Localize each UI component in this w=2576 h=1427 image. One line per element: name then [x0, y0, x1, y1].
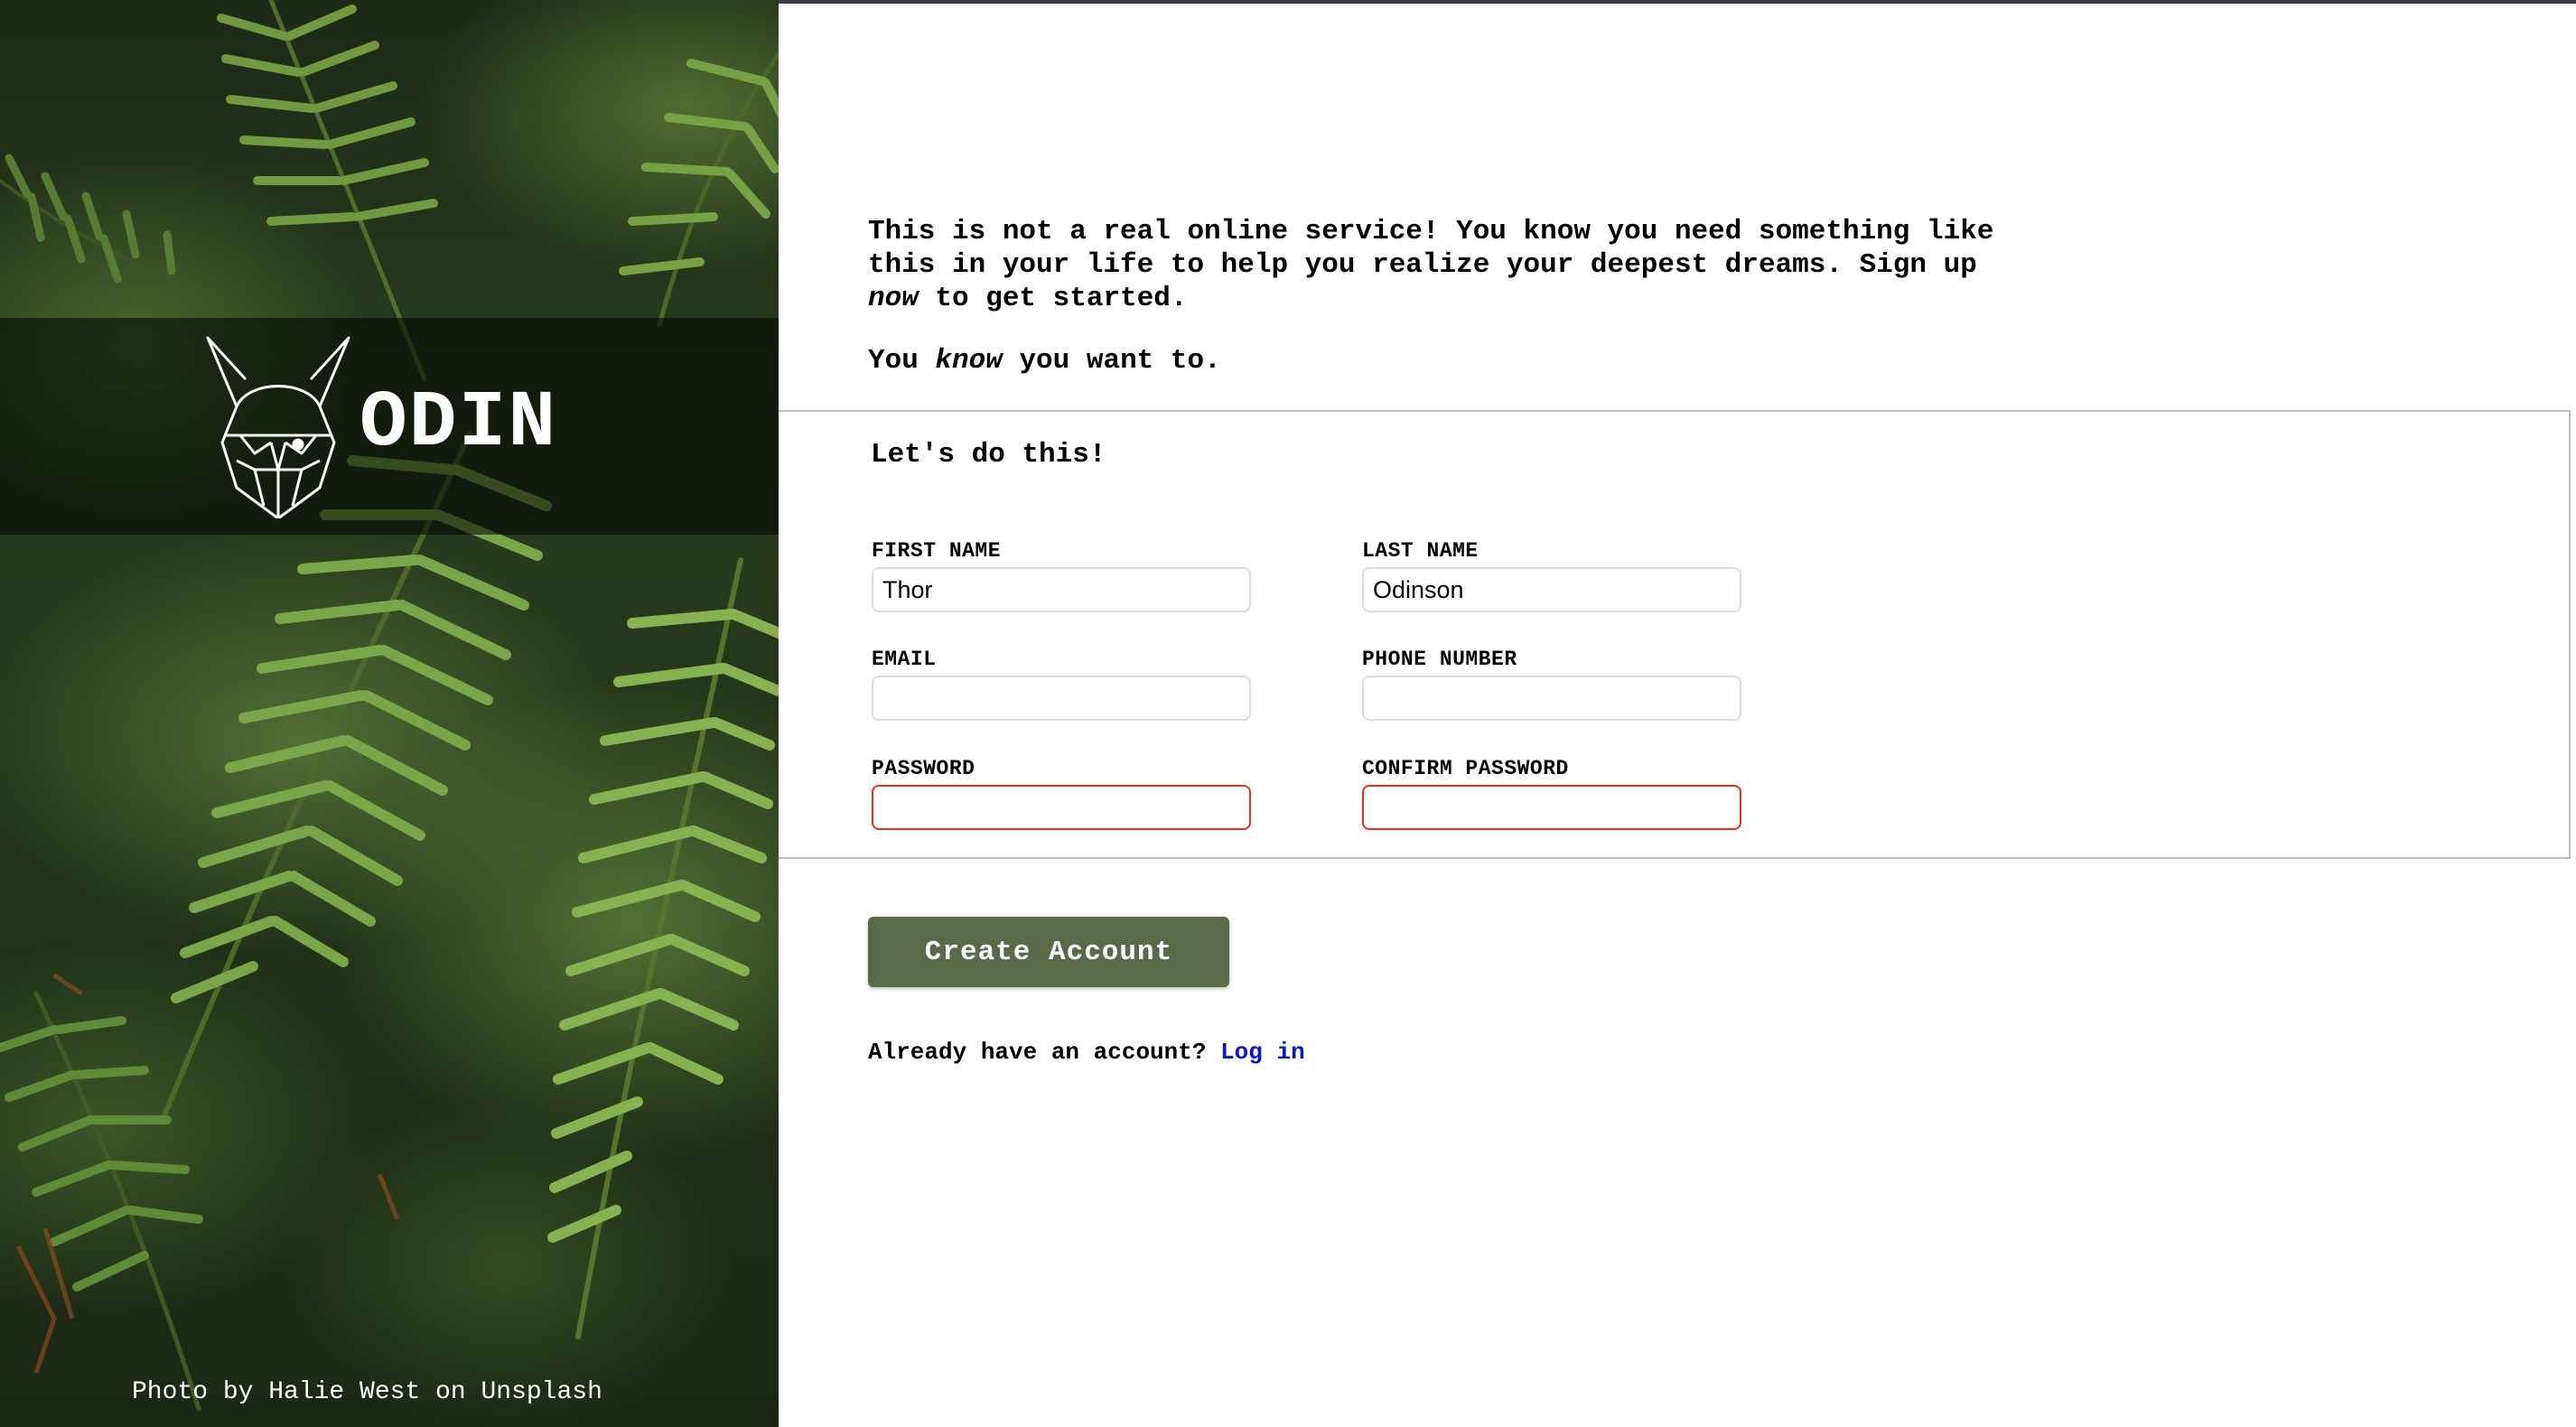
fern-background-image [0, 0, 779, 1412]
password-input[interactable] [872, 785, 1251, 830]
phone-number-label: PHONE NUMBER [1362, 648, 1517, 671]
password-label: PASSWORD [872, 757, 975, 780]
last-name-input[interactable] [1362, 567, 1741, 612]
first-name-label: FIRST NAME [872, 539, 1002, 563]
first-name-input[interactable] [872, 567, 1251, 612]
form-title: Let's do this! [871, 439, 1106, 471]
login-prompt: Already have an account? Log in [868, 1039, 1305, 1066]
confirm-password-input[interactable] [1362, 785, 1741, 830]
email-label: EMAIL [872, 648, 937, 671]
login-link[interactable]: Log in [1220, 1039, 1305, 1066]
intro-text: This is not a real online service! You k… [868, 215, 2042, 378]
logo-wordmark: ODIN [359, 379, 558, 469]
last-name-label: LAST NAME [1362, 539, 1479, 563]
intro-paragraph-1: This is not a real online service! You k… [868, 216, 1994, 314]
odin-viking-logo-icon [206, 336, 350, 518]
sidebar-photo: ODIN Photo by Halie West on Unsplash [0, 0, 779, 1427]
create-account-button[interactable]: Create Account [868, 917, 1229, 987]
phone-number-input[interactable] [1362, 676, 1741, 721]
intro-paragraph-2: You know you want to. [868, 345, 1221, 377]
login-prompt-text: Already have an account? [868, 1039, 1207, 1066]
email-input[interactable] [872, 676, 1251, 721]
photo-credit: Photo by Halie West on Unsplash [132, 1378, 602, 1406]
confirm-password-label: CONFIRM PASSWORD [1362, 757, 1569, 780]
